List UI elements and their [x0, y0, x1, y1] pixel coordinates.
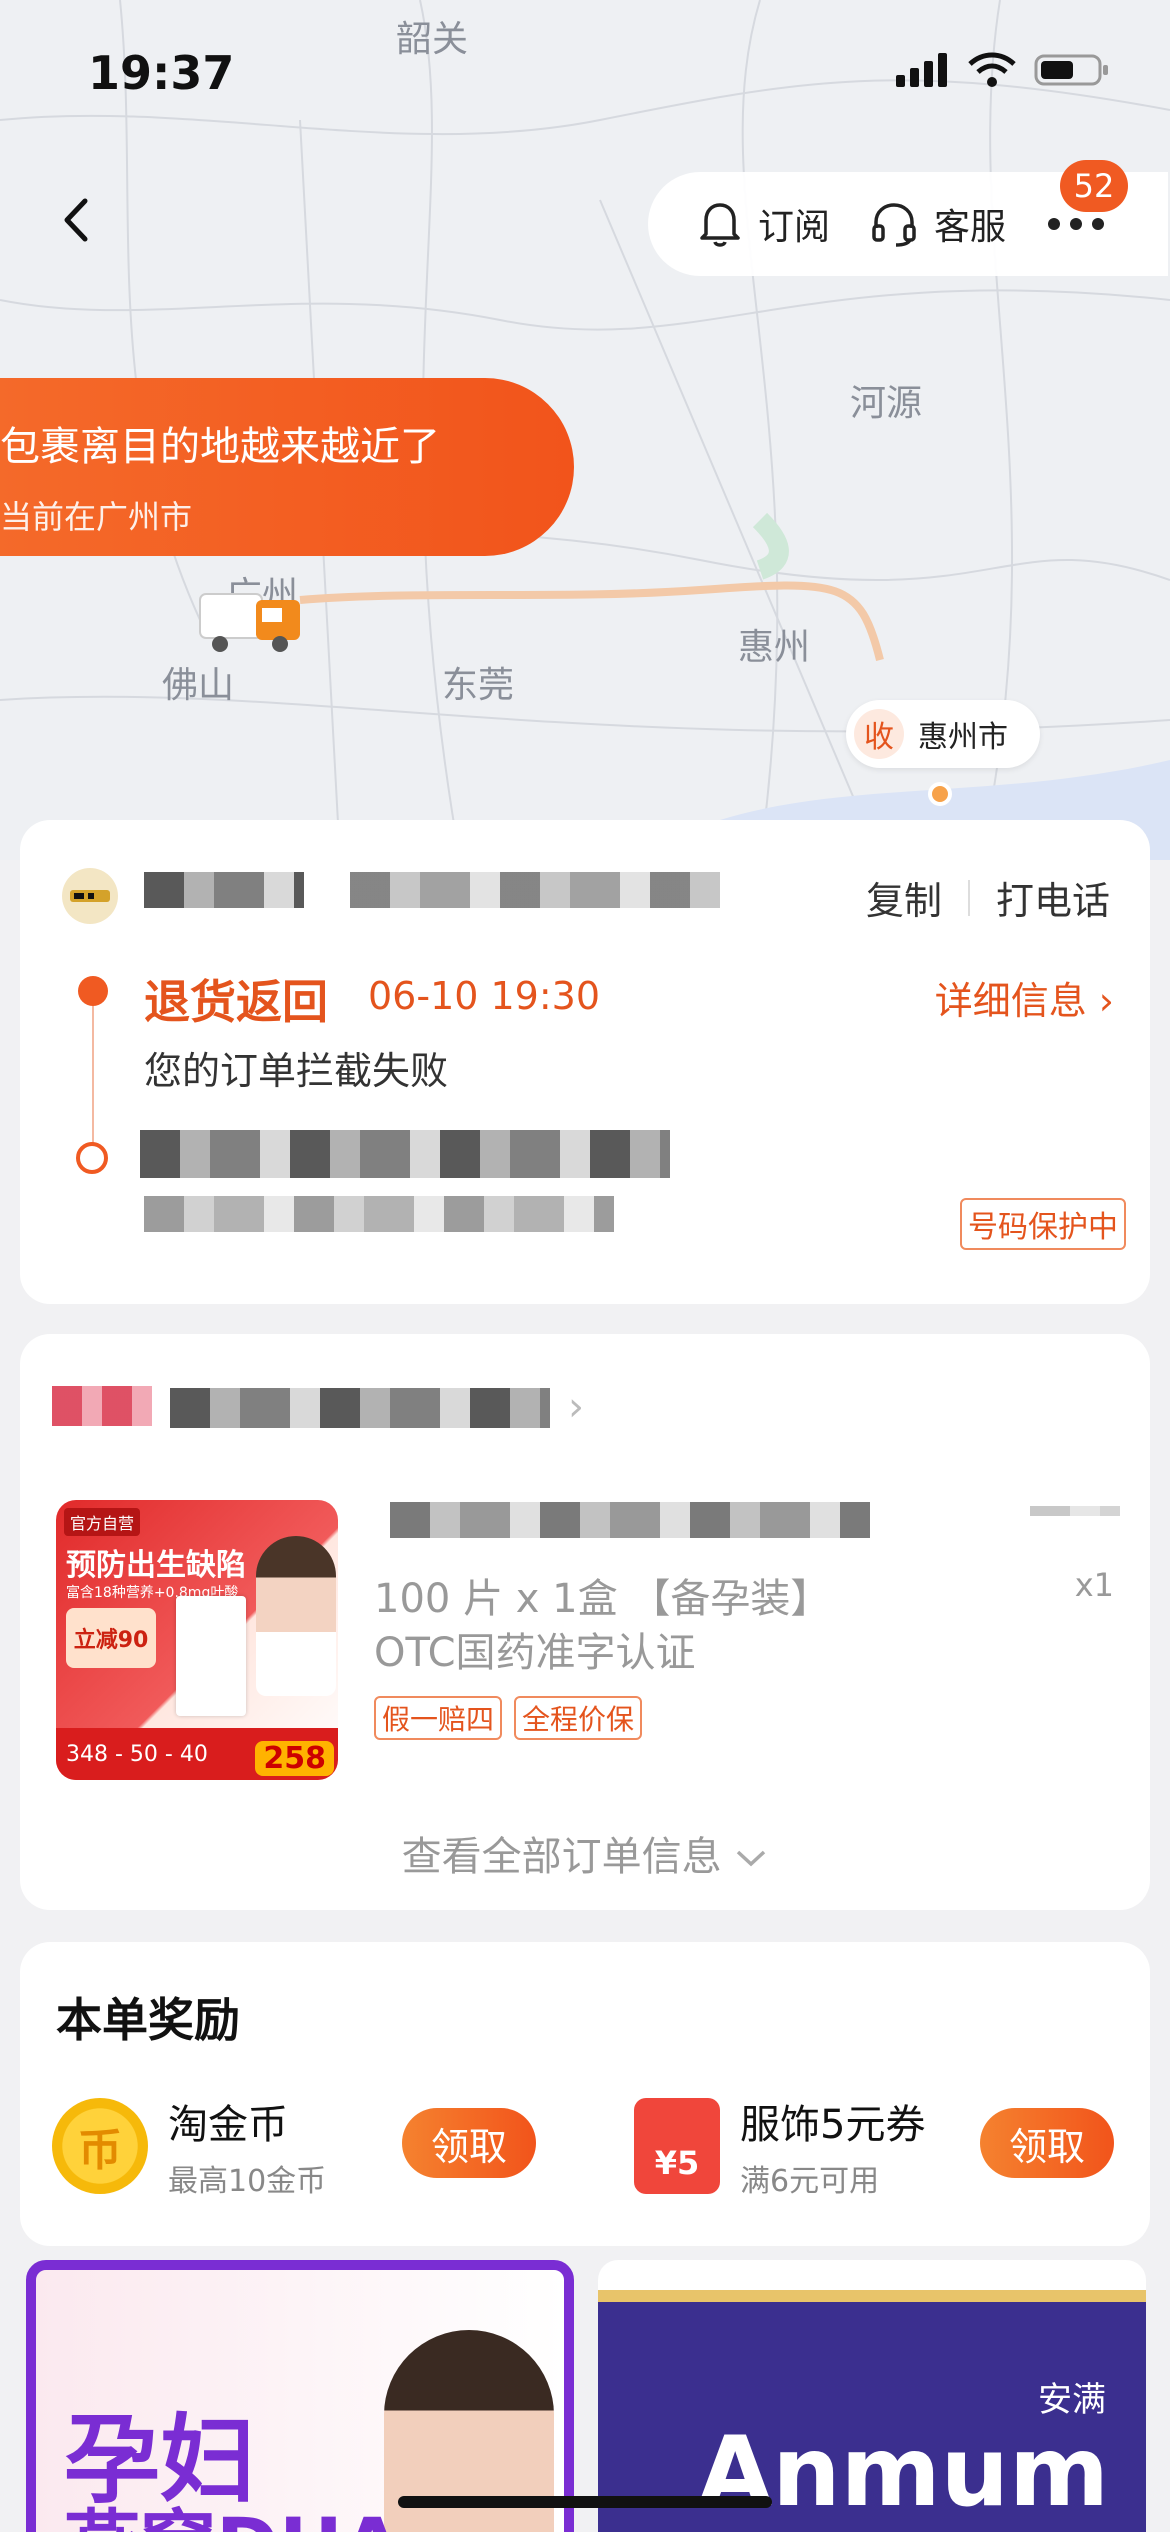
wifi-icon [968, 52, 1016, 87]
courier-actions: 复制 打电话 [866, 870, 1110, 925]
price-redacted [1030, 1506, 1120, 1516]
product-spec-line1: 100 片 x 1盒 【备孕装】 [374, 1576, 831, 1622]
receiver-info-redacted [140, 1130, 670, 1178]
receive-tag: 收 [854, 709, 904, 759]
more-button[interactable] [1046, 214, 1106, 234]
reward-item-coins: 币 淘金币 最高10金币 [52, 2092, 326, 2200]
destination-city: 惠州市 [918, 720, 1008, 755]
product-model [256, 1536, 336, 1696]
truck-icon [199, 593, 300, 652]
home-indicator[interactable] [398, 2496, 772, 2508]
product-spec: 100 片 x 1盒 【备孕装】 OTC国药准字认证 [374, 1572, 830, 1680]
courier-logo-icon [70, 890, 110, 902]
product-box [176, 1596, 246, 1716]
gold-coin-icon: 币 [52, 2098, 148, 2194]
product-image-prices: 348 - 50 - 40 [66, 1741, 208, 1767]
number-protection-badge: 号码保护中 [960, 1198, 1126, 1250]
chevron-right-icon[interactable]: › [568, 1384, 584, 1430]
status-icons [896, 52, 1110, 88]
courier-name-redacted [144, 872, 304, 908]
chevron-down-icon [737, 1850, 766, 1867]
red-envelope-icon: ¥5 [634, 2098, 720, 2194]
store-logo-redacted [52, 1386, 152, 1426]
divider [967, 879, 970, 916]
reward-name: 服饰5元券 [740, 2102, 926, 2148]
see-all-order-info[interactable]: 查看全部订单信息 [20, 1824, 1150, 1882]
message-badge: 52 [1060, 160, 1128, 212]
customer-service-button[interactable]: 客服 [870, 198, 1006, 250]
product-quantity: x1 [1074, 1566, 1114, 1604]
detail-info-link[interactable]: 详细信息 › [935, 970, 1114, 1025]
tracking-number-redacted [350, 872, 720, 908]
timeline-dot-current [78, 976, 108, 1006]
courier-logo [62, 868, 118, 924]
reward-desc: 满6元可用 [740, 2164, 880, 2199]
city-label-heyuan: 河源 [850, 383, 923, 424]
rewards-title: 本单奖励 [56, 1993, 240, 2047]
product-image[interactable]: 官方自营 预防出生缺陷 富含18种营养+0.8mg叶酸 立减90 348 - 5… [56, 1500, 338, 1780]
ad-right-chinese-brand: 安满 [1038, 2380, 1106, 2420]
more-dots-icon [1048, 218, 1105, 230]
headset-icon [872, 203, 916, 247]
ad-right-banner[interactable]: 安满 Anmum [598, 2260, 1146, 2532]
battery-icon [1034, 54, 1108, 86]
ad-left-banner[interactable]: 孕妇 燕窝DHA [26, 2260, 574, 2532]
city-label-foshan: 佛山 [162, 665, 235, 706]
service-chips: 假一赔四 全程价保 [374, 1696, 643, 1740]
rewards-card: 本单奖励 币 淘金币 最高10金币 领取 ¥5 服饰5元券 满6元可用 领取 [20, 1942, 1150, 2246]
reward-item-coupon: ¥5 服饰5元券 满6元可用 [634, 2092, 925, 2200]
timeline-dot-address [76, 1142, 108, 1174]
product-spec-line2: OTC国药准字认证 [374, 1630, 696, 1676]
service-label: 客服 [934, 207, 1007, 248]
back-button[interactable] [46, 190, 106, 250]
logistics-status-title: 退货返回 [144, 975, 328, 1029]
product-image-promo: 立减90 [66, 1608, 156, 1668]
ad-right-brand: Anmum [698, 2416, 1110, 2528]
signal-icon [896, 53, 947, 87]
service-chip: 全程价保 [514, 1696, 643, 1740]
claim-coupon-button[interactable]: 领取 [980, 2108, 1114, 2178]
product-image-headline: 预防出生缺陷 [66, 1548, 246, 1583]
subscribe-button[interactable]: 订阅 [698, 198, 830, 250]
reward-desc: 最高10金币 [168, 2164, 327, 2199]
location-bubble: 包裹离目的地越来越近了 当前在广州市 [0, 378, 574, 556]
reward-name: 淘金币 [168, 2102, 288, 2148]
bubble-subtitle: 当前在广州市 [0, 498, 193, 536]
address-redacted [144, 1196, 614, 1232]
call-button[interactable]: 打电话 [996, 870, 1110, 925]
claim-coins-button[interactable]: 领取 [402, 2108, 536, 2178]
order-card: › 官方自营 预防出生缺陷 富含18种营养+0.8mg叶酸 立减90 348 -… [20, 1334, 1150, 1910]
destination-marker: 收 惠州市 [846, 700, 1040, 768]
service-chip: 假一赔四 [374, 1696, 503, 1740]
status-bar: 19:37 [0, 0, 1170, 140]
bubble-title: 包裹离目的地越来越近了 [0, 424, 440, 470]
city-label-dongguan: 东莞 [442, 665, 515, 706]
destination-dot [928, 782, 952, 806]
product-title-redacted[interactable] [390, 1502, 870, 1538]
product-image-final-price: 258 [255, 1741, 334, 1776]
store-name-redacted[interactable] [170, 1388, 550, 1428]
timeline-line [92, 1006, 94, 1146]
see-all-label: 查看全部订单信息 [401, 1834, 722, 1880]
copy-button[interactable]: 复制 [866, 870, 942, 925]
logistics-status-time: 06-10 19:30 [368, 974, 601, 1018]
product-image-tag: 官方自营 [64, 1508, 141, 1536]
ad-left-line2: 燕窝DHA [64, 2484, 402, 2532]
city-label-huizhou: 惠州 [738, 627, 811, 668]
bell-icon [700, 203, 740, 247]
chevron-left-icon [64, 198, 88, 242]
status-time: 19:37 [88, 46, 235, 100]
logistics-status-desc: 您的订单拦截失败 [144, 1049, 449, 1093]
subscribe-label: 订阅 [758, 207, 831, 248]
logistics-card: 复制 打电话 退货返回 06-10 19:30 详细信息 › 您的订单拦截失败 … [20, 820, 1150, 1304]
